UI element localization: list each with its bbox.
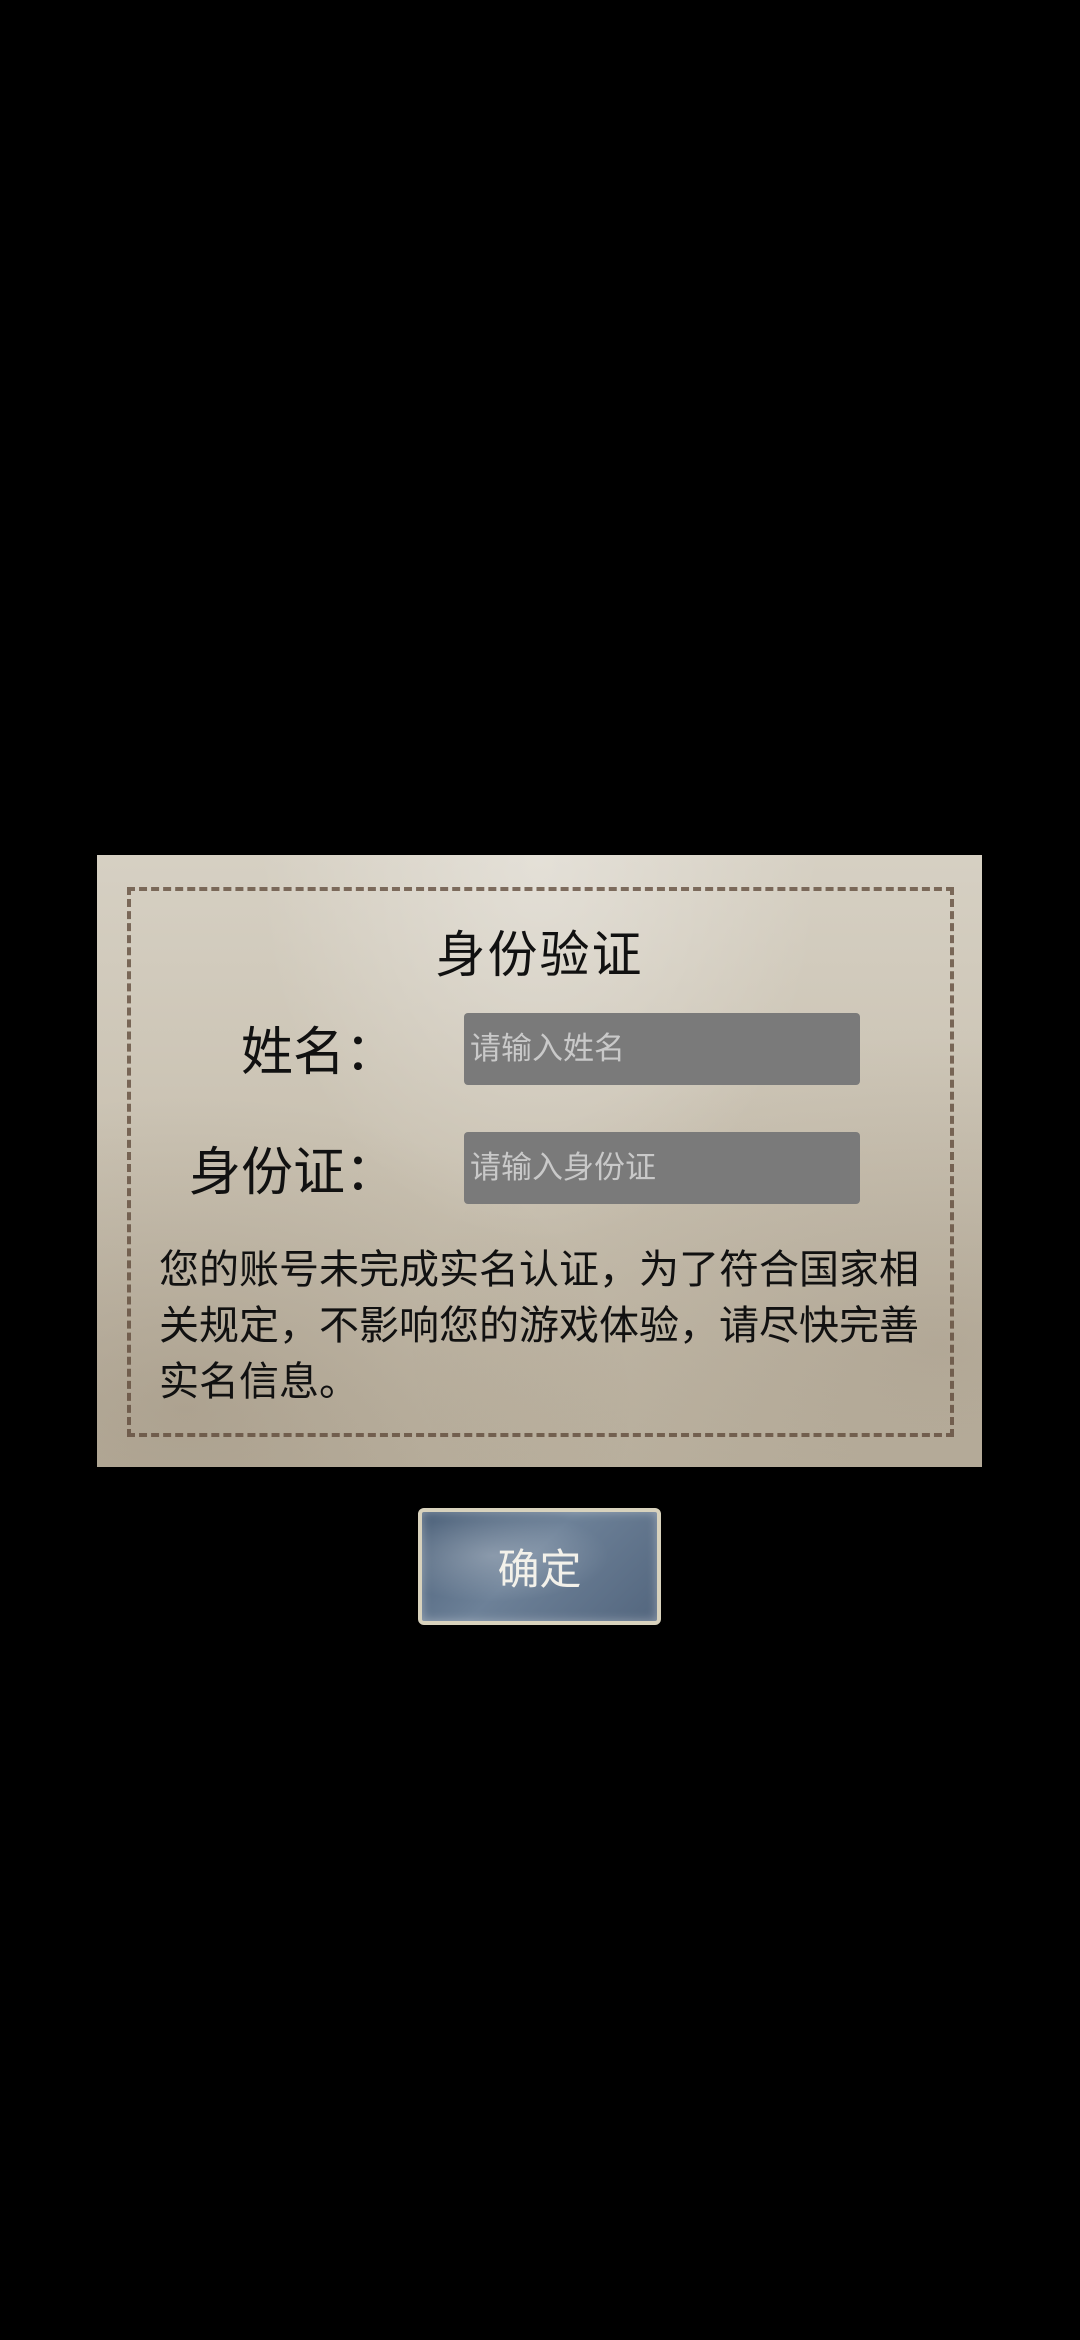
screen-background: 身份验证 姓名： 身份证： 您的账号未完成实名认证，为了符合国家相关规定，不影响…: [0, 0, 1080, 2340]
name-label: 姓名：: [240, 1023, 397, 1083]
confirm-button-label: 确定: [497, 1545, 582, 1594]
id-card-label: 身份证：: [188, 1143, 397, 1203]
id-card-input[interactable]: [464, 1132, 860, 1204]
name-input[interactable]: [464, 1013, 860, 1085]
confirm-button[interactable]: 确定: [418, 1508, 661, 1625]
notice-text: 您的账号未完成实名认证，为了符合国家相关规定，不影响您的游戏体验，请尽快完善实名…: [159, 1247, 919, 1405]
verification-dialog: 身份验证 姓名： 身份证： 您的账号未完成实名认证，为了符合国家相关规定，不影响…: [97, 855, 982, 1467]
dialog-title: 身份验证: [435, 926, 644, 984]
